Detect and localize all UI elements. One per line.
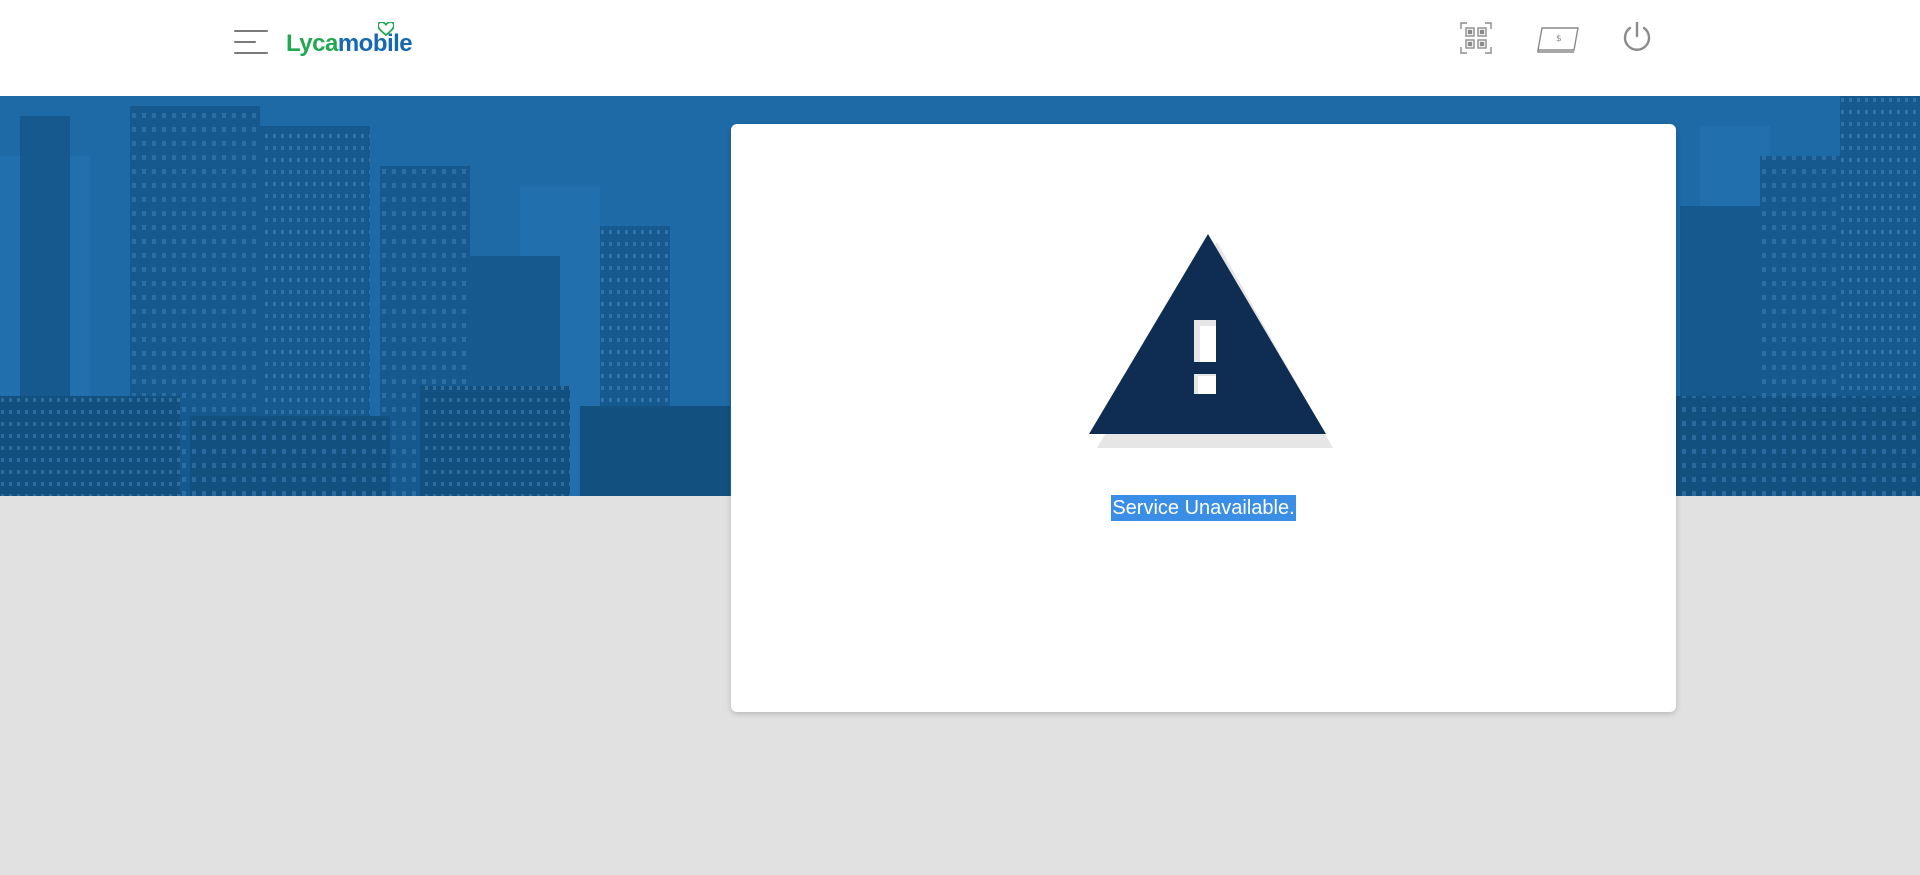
top-header: Lycamobile $ xyxy=(0,0,1920,96)
error-card: Service Unavailable. xyxy=(731,124,1676,712)
qr-code-icon[interactable] xyxy=(1460,22,1492,54)
logo-text: Lycamobile xyxy=(286,30,413,57)
hamburger-menu-icon[interactable] xyxy=(234,28,270,56)
error-message: Service Unavailable. xyxy=(731,495,1676,521)
power-icon[interactable] xyxy=(1620,20,1654,54)
top-up-card-icon[interactable]: $ xyxy=(1536,24,1580,54)
warning-triangle-icon xyxy=(1089,234,1333,448)
lycamobile-logo[interactable]: Lycamobile xyxy=(286,22,416,58)
svg-text:$: $ xyxy=(1556,34,1562,44)
error-message-text: Service Unavailable. xyxy=(1111,495,1296,521)
